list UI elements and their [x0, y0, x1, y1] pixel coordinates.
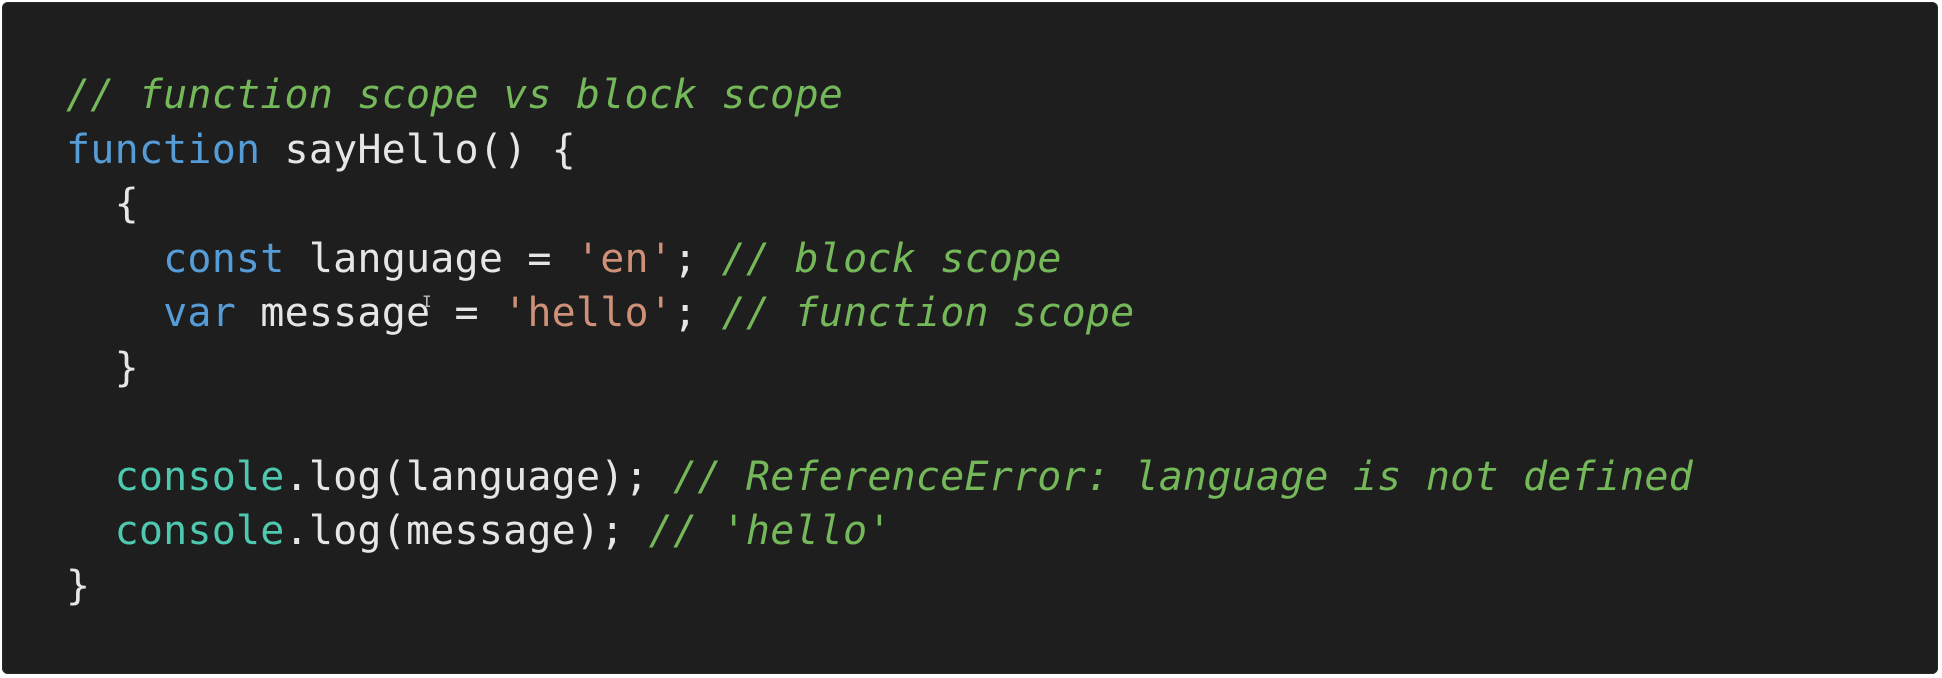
comment-token: // ReferenceError: language is not defin…: [673, 453, 1693, 500]
punctuation-token: ;: [673, 290, 722, 336]
keyword-token: const: [163, 235, 285, 282]
console-token: console: [114, 508, 285, 554]
brace-token: }: [114, 344, 139, 391]
code-line-4: const language = 'en'; // block scope: [66, 232, 1693, 287]
keyword-token: function: [66, 126, 261, 173]
method-call-token: .log(language);: [284, 453, 674, 500]
code-line-5: var message = 'hello'; // function scope: [66, 286, 1693, 341]
method-call-token: .log(message);: [284, 508, 649, 554]
identifier-token: language =: [284, 235, 576, 282]
keyword-token: var: [163, 290, 236, 336]
code-panel: // function scope vs block scope function…: [2, 2, 1938, 674]
comment-token: // block scope: [721, 235, 1062, 282]
code-line-6: }: [66, 341, 1693, 396]
function-signature-token: sayHello() {: [260, 126, 576, 173]
screenshot-frame: // function scope vs block scope function…: [0, 0, 1942, 678]
brace-token: }: [66, 562, 91, 609]
code-line-9: console.log(message); // 'hello': [66, 504, 1693, 559]
text-cursor-icon: I: [422, 292, 432, 311]
comment-token: // function scope vs block scope: [66, 72, 844, 118]
code-line-1: // function scope vs block scope: [66, 68, 1693, 123]
string-token: 'en': [575, 235, 674, 282]
punctuation-token: ;: [673, 235, 722, 282]
identifier-token: message =: [236, 290, 504, 336]
brace-token: {: [114, 181, 139, 227]
comment-token: // function scope: [721, 290, 1135, 336]
console-token: console: [114, 453, 285, 500]
string-token: 'hello': [503, 290, 674, 336]
code-line-3: {: [66, 177, 1693, 232]
code-line-2: function sayHello() {: [66, 123, 1693, 178]
code-block: // function scope vs block scope function…: [66, 68, 1693, 613]
code-line-10: }: [66, 559, 1693, 614]
code-line-8: console.log(language); // ReferenceError…: [66, 450, 1693, 505]
comment-token: // 'hello': [648, 508, 892, 554]
